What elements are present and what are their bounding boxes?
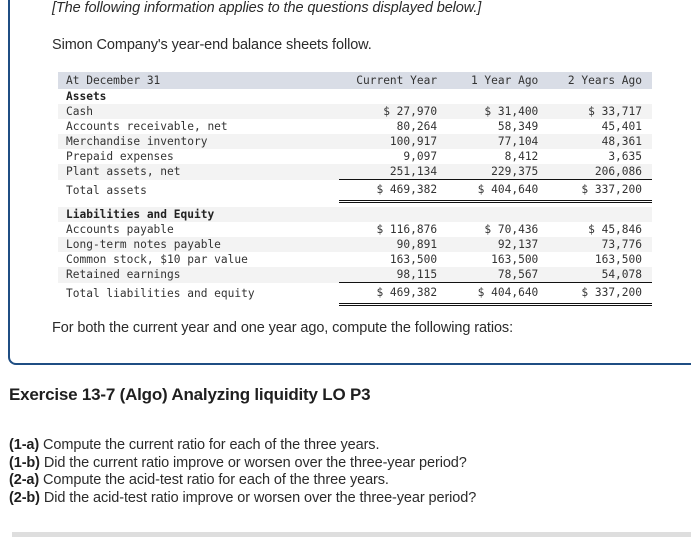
table-row: Plant assets, net 251,134 229,375 206,08…	[58, 164, 652, 180]
row-label: Common stock, $10 par value	[58, 252, 339, 267]
total-value: $ 337,200	[546, 179, 652, 203]
cell-value: 100,917	[338, 134, 446, 149]
question-item: (1-a) Compute the current ratio for each…	[9, 437, 476, 455]
cell-value: $ 45,846	[546, 222, 652, 237]
table-row: Common stock, $10 par value 163,500 163,…	[58, 252, 652, 267]
question-item: (2-b) Did the acid-test ratio improve or…	[9, 490, 476, 508]
cell-value: $ 116,876	[338, 222, 446, 237]
header-2-years-ago: 2 Years Ago	[546, 72, 652, 89]
question-item: (1-b) Did the current ratio improve or w…	[9, 455, 476, 473]
row-label: Cash	[58, 104, 339, 119]
cell-value: 163,500	[445, 252, 547, 267]
cell-value: 54,078	[546, 267, 652, 283]
table-row: Merchandise inventory 100,917 77,104 48,…	[58, 134, 652, 149]
cell-value: 206,086	[546, 164, 652, 180]
total-row-liabilities-equity: Total liabilities and equity $ 469,382 $…	[58, 282, 652, 306]
cell-value: 8,412	[445, 149, 547, 164]
cell-value: 73,776	[546, 237, 652, 252]
total-row-assets: Total assets $ 469,382 $ 404,640 $ 337,2…	[58, 179, 652, 203]
table-header-row: At December 31 Current Year 1 Year Ago 2…	[58, 72, 652, 89]
table-row: Prepaid expenses 9,097 8,412 3,635	[58, 149, 652, 164]
total-value: $ 469,382	[338, 282, 446, 306]
cell-value: 80,264	[338, 119, 446, 134]
intro-text: Simon Company's year-end balance sheets …	[52, 37, 372, 53]
row-label: Accounts receivable, net	[58, 119, 339, 134]
cell-value: 45,401	[546, 119, 652, 134]
table-row: Long-term notes payable 90,891 92,137 73…	[58, 237, 652, 252]
total-value: $ 469,382	[338, 179, 446, 203]
cell-value: $ 70,436	[445, 222, 547, 237]
total-value: $ 404,640	[445, 179, 547, 203]
header-current-year: Current Year	[338, 72, 446, 89]
total-label: Total liabilities and equity	[58, 282, 339, 305]
row-label: Accounts payable	[58, 222, 339, 237]
cell-value: 251,134	[338, 164, 446, 180]
total-value: $ 337,200	[546, 282, 652, 306]
row-label: Retained earnings	[58, 267, 339, 283]
table-row: Retained earnings 98,115 78,567 54,078	[58, 267, 652, 283]
header-label: At December 31	[58, 72, 339, 89]
table-row: Accounts receivable, net 80,264 58,349 4…	[58, 119, 652, 134]
balance-sheet-table: At December 31 Current Year 1 Year Ago 2…	[58, 72, 652, 306]
exercise-title: Exercise 13-7 (Algo) Analyzing liquidity…	[9, 385, 371, 404]
ratios-prompt: For both the current year and one year a…	[52, 320, 513, 336]
cell-value: 90,891	[338, 237, 446, 252]
cell-value: $ 33,717	[546, 104, 652, 119]
question-id: (1-b)	[9, 454, 40, 471]
header-1-year-ago: 1 Year Ago	[445, 72, 547, 89]
cell-value: 98,115	[338, 267, 446, 283]
row-label: Plant assets, net	[58, 164, 339, 180]
bottom-divider-bar	[12, 532, 691, 537]
table-row: Accounts payable $ 116,876 $ 70,436 $ 45…	[58, 222, 652, 237]
question-text: Compute the current ratio for each of th…	[39, 437, 380, 453]
question-id: (2-b)	[9, 489, 40, 506]
cell-value: 58,349	[445, 119, 547, 134]
row-label: Long-term notes payable	[58, 237, 339, 252]
question-id: (1-a)	[9, 437, 40, 453]
table-row: Cash $ 27,970 $ 31,400 $ 33,717	[58, 104, 652, 119]
cell-value: 78,567	[445, 267, 547, 283]
question-id: (2-a)	[9, 472, 40, 488]
cell-value: 229,375	[445, 164, 547, 180]
cell-value: 77,104	[445, 134, 547, 149]
cell-value: 92,137	[445, 237, 547, 252]
cell-value: $ 31,400	[445, 104, 547, 119]
question-text: Did the acid-test ratio improve or worse…	[39, 489, 477, 506]
cell-value: 163,500	[338, 252, 446, 267]
section-row-liabilities-equity: Liabilities and Equity	[58, 207, 652, 222]
cell-value: 48,361	[546, 134, 652, 149]
cell-value: 163,500	[546, 252, 652, 267]
total-label: Total assets	[58, 179, 339, 202]
question-text: Compute the acid-test ratio for each of …	[39, 472, 389, 488]
section-label: Assets	[58, 89, 339, 104]
question-list: (1-a) Compute the current ratio for each…	[9, 437, 476, 507]
cell-value: 9,097	[338, 149, 446, 164]
section-label: Liabilities and Equity	[58, 207, 339, 222]
cell-value: 3,635	[546, 149, 652, 164]
question-text: Did the current ratio improve or worsen …	[39, 454, 467, 471]
question-item: (2-a) Compute the acid-test ratio for ea…	[9, 472, 476, 490]
section-row-assets: Assets	[58, 89, 652, 104]
row-label: Prepaid expenses	[58, 149, 339, 164]
cell-value: $ 27,970	[338, 104, 446, 119]
total-value: $ 404,640	[445, 282, 547, 306]
row-label: Merchandise inventory	[58, 134, 339, 149]
intro-note: [The following information applies to th…	[52, 0, 482, 16]
